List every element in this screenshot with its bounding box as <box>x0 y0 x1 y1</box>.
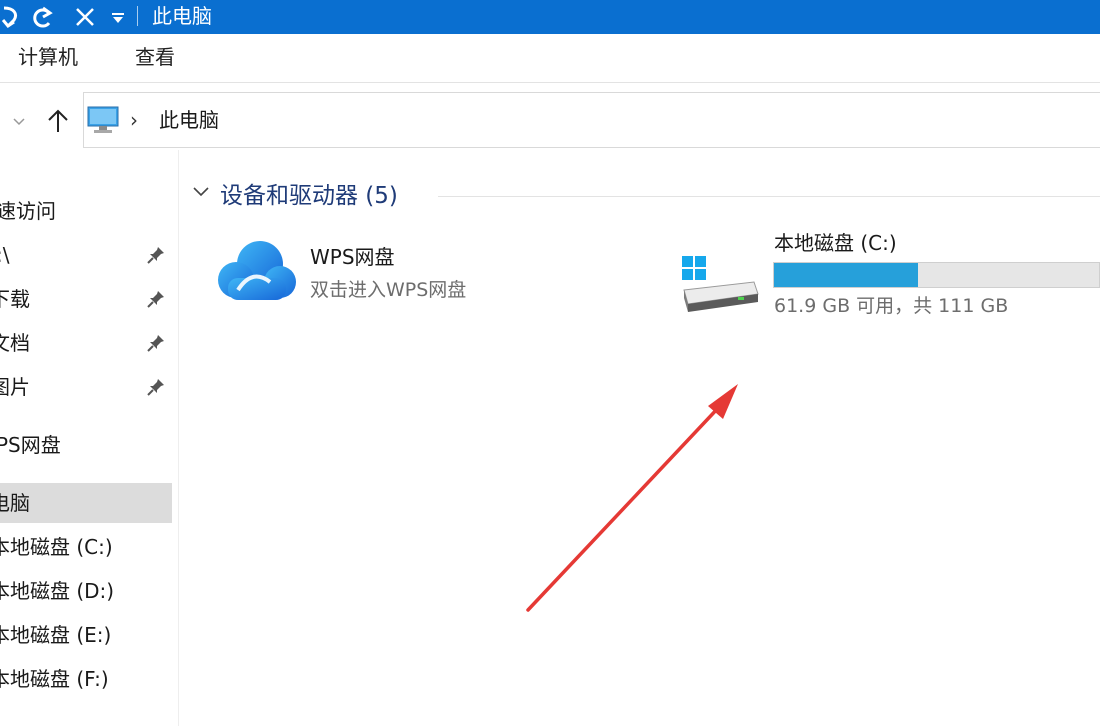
tile-subtitle: 双击进入WPS网盘 <box>310 279 467 301</box>
drive-usage-bar <box>773 262 1100 288</box>
sidebar-item-label: 本地磁盘 (F:) <box>0 667 109 691</box>
sidebar-item-label: 下载 <box>0 287 30 311</box>
tab-computer[interactable]: 计算机 <box>18 44 78 70</box>
sidebar-item-label: 本地磁盘 (E:) <box>0 623 112 647</box>
ribbon: 计算机 查看 <box>0 34 1100 83</box>
customize-toolbar-dropdown-icon[interactable] <box>108 0 128 34</box>
group-title: 设备和驱动器 (5) <box>220 183 398 209</box>
sidebar-item-quick-access[interactable]: 速访问 <box>0 191 172 231</box>
redo-icon[interactable] <box>30 0 56 34</box>
pin-icon[interactable] <box>146 333 166 353</box>
breadcrumb-this-pc[interactable]: 此电脑 <box>159 106 219 134</box>
title-bar: 此电脑 <box>0 0 1100 34</box>
sidebar-item-pictures[interactable]: 图片 <box>0 367 172 407</box>
group-divider <box>438 196 1100 197</box>
sidebar-item-label: 文档 <box>0 331 30 355</box>
pin-icon[interactable] <box>146 289 166 309</box>
drive-usage-fill <box>774 263 918 287</box>
chevron-down-icon[interactable] <box>192 184 210 200</box>
window-title: 此电脑 <box>152 4 212 28</box>
sidebar-item-label: 电脑 <box>0 491 30 515</box>
sidebar-item-wps-cloud[interactable]: PS网盘 <box>0 425 172 465</box>
tile-title: WPS网盘 <box>310 245 395 269</box>
cloud-icon <box>218 241 296 300</box>
this-pc-icon <box>87 106 119 138</box>
sidebar-item-label: PS网盘 <box>0 433 61 457</box>
pin-icon[interactable] <box>146 377 166 397</box>
sidebar-item-label: 图片 <box>0 375 30 399</box>
sidebar-item-drive-e[interactable]: 本地磁盘 (E:) <box>0 615 172 655</box>
sidebar-item-label: :\ <box>0 243 10 267</box>
annotation-arrow <box>526 384 738 612</box>
sidebar-item-drive-c[interactable]: 本地磁盘 (C:) <box>0 527 172 567</box>
delete-icon[interactable] <box>72 0 98 34</box>
sidebar-item-drive-root[interactable]: :\ <box>0 235 172 275</box>
title-separator <box>137 6 138 26</box>
address-bar[interactable] <box>83 92 1100 148</box>
tile-title: 本地磁盘 (C:) <box>774 231 897 255</box>
windows-drive-icon <box>682 256 759 312</box>
sidebar-item-downloads[interactable]: 下载 <box>0 279 172 319</box>
sidebar-item-label: 本地磁盘 (D:) <box>0 579 115 603</box>
sidebar-item-label: 速访问 <box>0 199 56 223</box>
sidebar-item-documents[interactable]: 文档 <box>0 323 172 363</box>
recent-locations-chevron-icon[interactable] <box>12 112 26 131</box>
tab-view[interactable]: 查看 <box>135 44 175 70</box>
up-arrow-icon[interactable] <box>46 108 70 138</box>
tile-subtitle: 61.9 GB 可用，共 111 GB <box>774 295 1009 317</box>
sidebar-item-drive-f[interactable]: 本地磁盘 (F:) <box>0 659 172 699</box>
navigation-pane: 速访问 :\ 下载 文档 图片 PS网盘 电脑 本地磁盘 (C:) 本地磁盘 (… <box>0 150 179 726</box>
pin-icon[interactable] <box>146 245 166 265</box>
sidebar-item-this-pc[interactable]: 电脑 <box>0 483 172 523</box>
undo-icon[interactable] <box>0 0 22 34</box>
sidebar-item-drive-d[interactable]: 本地磁盘 (D:) <box>0 571 172 611</box>
sidebar-item-label: 本地磁盘 (C:) <box>0 535 113 559</box>
breadcrumb-chevron-icon[interactable]: › <box>130 108 138 132</box>
